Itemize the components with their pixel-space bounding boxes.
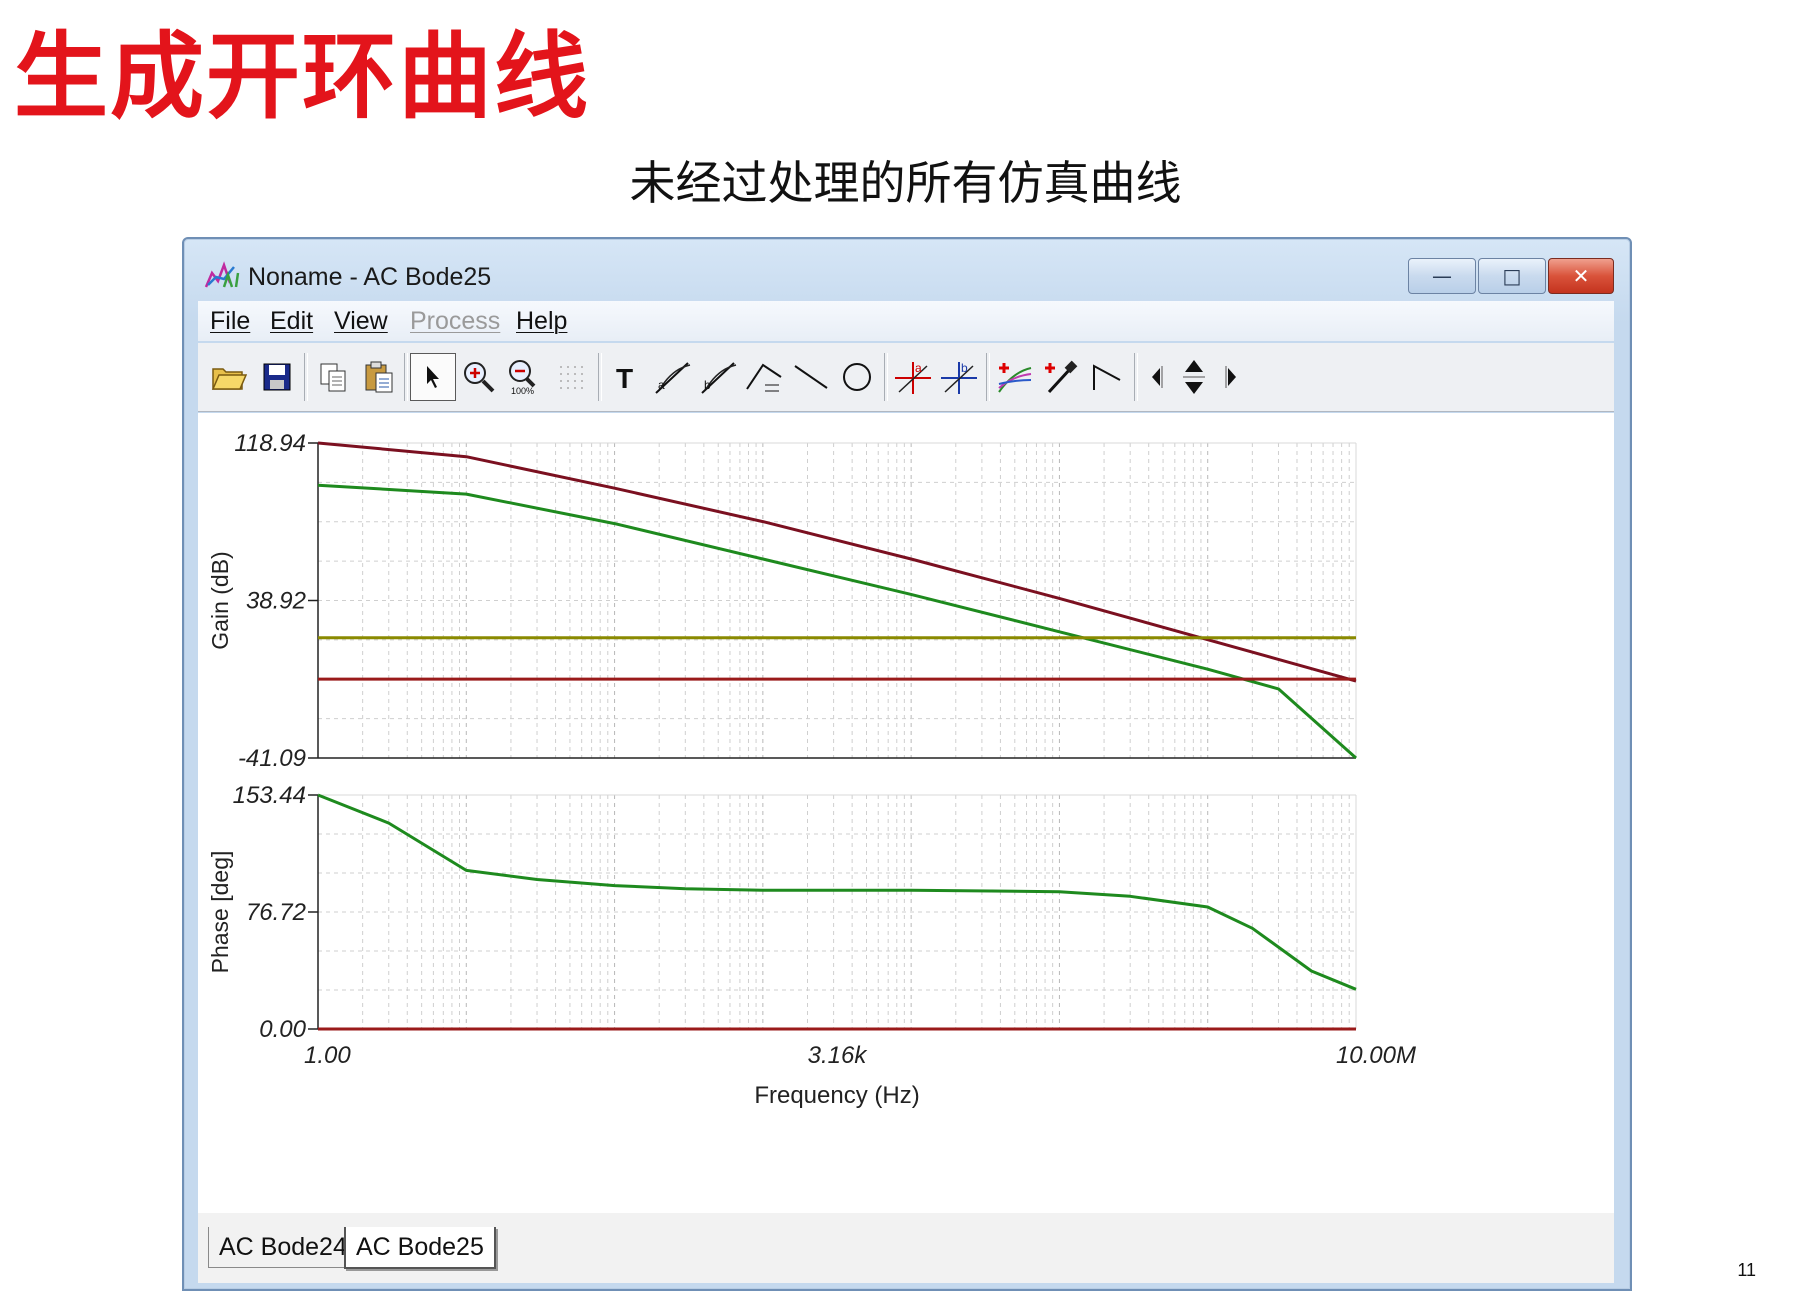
add-curve-button[interactable] <box>992 353 1038 401</box>
svg-text:b: b <box>961 361 968 375</box>
y-tick-label: 38.92 <box>246 588 306 615</box>
zoom-in-icon <box>464 362 495 393</box>
tab-ac-bode25[interactable]: AC Bode25 <box>344 1227 496 1269</box>
menu-bar: File Edit View Process Help <box>198 301 1614 341</box>
tab-bar: AC Bode24 AC Bode25 <box>198 1213 1614 1283</box>
title-bar[interactable]: Noname - AC Bode25 — □ ✕ <box>184 239 1630 301</box>
toolbar-separator <box>304 353 308 401</box>
svg-text:b: b <box>704 378 711 392</box>
grid-icon <box>560 366 583 389</box>
minimize-icon: — <box>1432 264 1452 288</box>
cursor-b-button[interactable]: b <box>696 353 742 401</box>
marker-b-button[interactable]: b <box>936 353 982 401</box>
text-icon: T <box>616 363 633 392</box>
paste-button[interactable] <box>356 353 402 401</box>
copy-button[interactable] <box>310 353 356 401</box>
open-icon <box>211 368 247 390</box>
add-curve-icon <box>998 363 1032 393</box>
select-arrow-icon <box>427 366 439 388</box>
slide-title: 生成开环曲线 <box>14 22 591 132</box>
toolbar: 100% T a b a b <box>198 343 1614 412</box>
series-line <box>317 441 1357 683</box>
bode-chart[interactable]: 118.94 38.92 -41.09 Gain (dB) 153.44 76.72 0.0… <box>198 413 1614 1213</box>
corner-button[interactable] <box>1084 353 1130 401</box>
toolbar-separator <box>404 353 408 401</box>
save-icon <box>263 363 291 391</box>
cursor-b-icon: b <box>701 362 737 394</box>
left-icon <box>1152 366 1163 388</box>
svg-text:a: a <box>915 361 922 375</box>
tab-ac-bode24[interactable]: AC Bode24 <box>208 1227 358 1268</box>
up-down-icon <box>1183 360 1205 394</box>
cursor-c-icon <box>746 363 782 392</box>
menu-help[interactable]: Help <box>516 307 567 336</box>
up-down-button[interactable] <box>1174 353 1214 401</box>
left-button[interactable] <box>1140 353 1172 401</box>
maximize-icon: □ <box>1502 264 1522 288</box>
line-button[interactable] <box>788 353 834 401</box>
circle-icon <box>843 363 871 391</box>
zoom-100-icon: 100% <box>509 360 536 395</box>
paste-icon <box>365 361 393 393</box>
right-button[interactable] <box>1216 353 1248 401</box>
menu-process[interactable]: Process <box>410 307 500 336</box>
y-axis-label: Gain (dB) <box>207 551 233 649</box>
x-tick-label: 3.16k <box>808 1042 869 1069</box>
circle-button[interactable] <box>834 353 880 401</box>
plot-area[interactable]: 118.94 38.92 -41.09 Gain (dB) 153.44 76.72 0.0… <box>198 413 1614 1213</box>
grid-button[interactable] <box>548 353 594 401</box>
toolbar-separator <box>1134 353 1138 401</box>
y-tick-label: 0.00 <box>259 1016 306 1043</box>
y-tick-label: 153.44 <box>233 782 306 809</box>
app-icon <box>204 261 240 288</box>
svg-text:a: a <box>658 378 665 392</box>
probe-icon <box>1045 360 1078 394</box>
save-button[interactable] <box>254 353 300 401</box>
svg-text:100%: 100% <box>511 386 534 395</box>
page-number: 11 <box>1737 1260 1756 1280</box>
cursor-c-button[interactable] <box>742 353 788 401</box>
text-button[interactable]: T <box>604 353 650 401</box>
bode-window: Noname - AC Bode25 — □ ✕ File Edit View … <box>182 237 1632 1291</box>
open-button[interactable] <box>206 353 252 401</box>
cursor-a-button[interactable]: a <box>650 353 696 401</box>
toolbar-separator <box>598 353 602 401</box>
marker-a-button[interactable]: a <box>890 353 936 401</box>
minimize-button[interactable]: — <box>1408 258 1476 294</box>
y-tick-label: 118.94 <box>234 430 306 457</box>
menu-edit[interactable]: Edit <box>270 307 313 336</box>
zoom-in-button[interactable] <box>456 353 502 401</box>
svg-text:T: T <box>616 363 633 392</box>
close-button[interactable]: ✕ <box>1548 258 1614 294</box>
x-tick-label: 1.00 <box>304 1042 351 1069</box>
menu-file[interactable]: File <box>210 307 250 336</box>
cursor-a-icon: a <box>655 362 691 394</box>
y-tick-label: -41.09 <box>238 745 306 772</box>
probe-button[interactable] <box>1038 353 1084 401</box>
x-axis-label: Frequency (Hz) <box>754 1082 919 1109</box>
copy-icon <box>320 363 346 392</box>
select-button[interactable] <box>410 353 456 401</box>
zoom-100-button[interactable]: 100% <box>502 353 548 401</box>
toolbar-separator <box>884 353 888 401</box>
y-axis-label: Phase [deg] <box>207 851 233 974</box>
y-tick-label: 76.72 <box>246 899 306 926</box>
toolbar-separator <box>986 353 990 401</box>
maximize-button[interactable]: □ <box>1478 258 1546 294</box>
x-tick-label: 10.00M <box>1336 1042 1416 1069</box>
close-icon: ✕ <box>1572 264 1590 288</box>
series-line <box>317 793 1357 991</box>
line-icon <box>794 365 828 389</box>
corner-icon <box>1093 364 1121 390</box>
series-line <box>317 483 1357 760</box>
right-icon <box>1225 366 1236 388</box>
marker-b-icon: b <box>941 361 977 394</box>
marker-a-icon: a <box>895 361 931 394</box>
slide-subtitle: 未经过处理的所有仿真曲线 <box>629 156 1182 210</box>
window-title: Noname - AC Bode25 <box>248 263 492 291</box>
menu-view[interactable]: View <box>334 307 388 336</box>
